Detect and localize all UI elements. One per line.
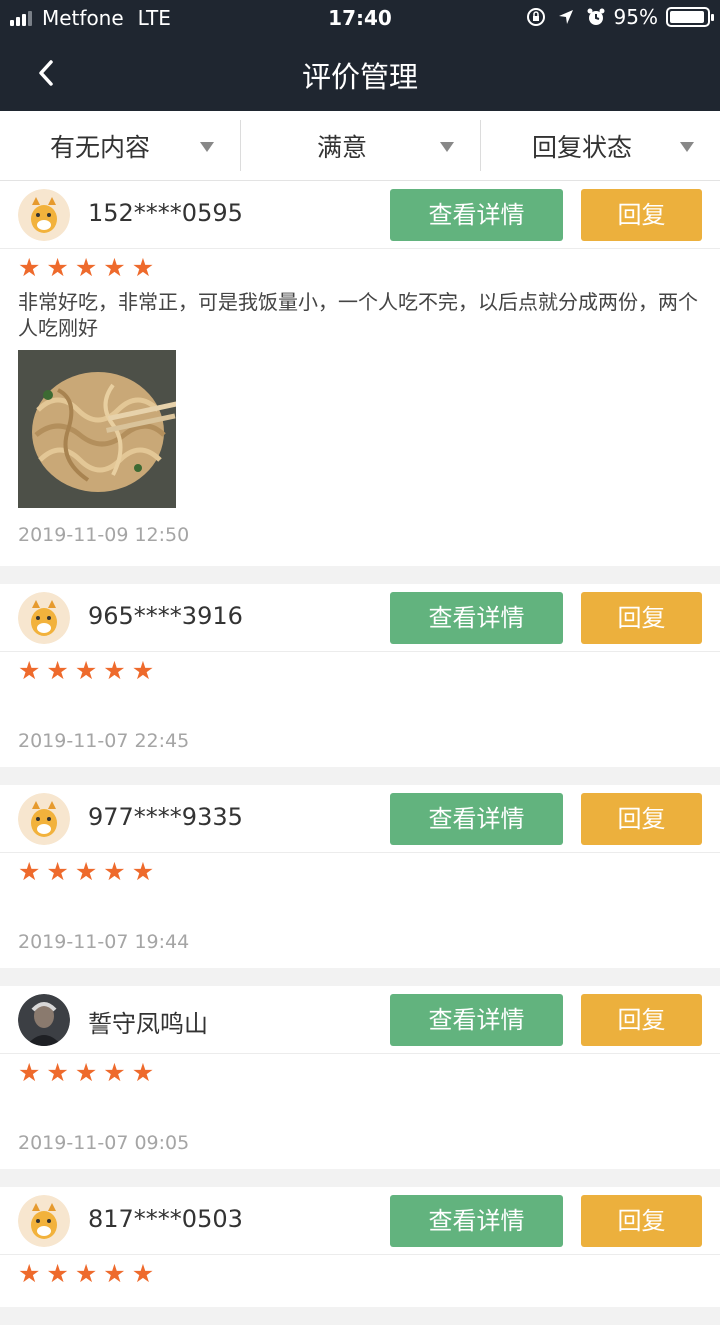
avatar [18, 1195, 70, 1247]
review-date: 2019-11-09 12:50 [18, 524, 190, 546]
review-date: 2019-11-07 09:05 [18, 1132, 190, 1154]
star-icon: ★ [103, 1058, 126, 1087]
star-icon: ★ [46, 857, 69, 886]
rotation-lock-icon [526, 8, 545, 26]
avatar [18, 592, 70, 644]
star-icon: ★ [46, 253, 69, 282]
star-icon: ★ [74, 253, 98, 282]
battery-percent: 95% [613, 5, 658, 29]
review-header: 977****9335 查看详情 回复 [0, 785, 720, 853]
page-title: 评价管理 [301, 60, 418, 94]
star-icon: ★ [18, 1058, 41, 1087]
review-photo[interactable] [18, 350, 178, 508]
view-details-button[interactable]: 查看详情 [390, 592, 563, 644]
reviewer-name: 誓守凤鸣山 [88, 1010, 208, 1038]
star-icon: ★ [74, 1259, 98, 1288]
review-date: 2019-11-07 22:45 [18, 730, 190, 752]
review-card: 817****0503 查看详情 回复 ★ ★ ★ ★ ★ [0, 1187, 720, 1307]
filter-reply-status-dropdown[interactable]: 回复状态 [480, 111, 720, 180]
star-rating: ★ ★ ★ ★ ★ [18, 1261, 702, 1287]
review-body: ★ ★ ★ ★ ★ 2019-11-07 19:44 [0, 853, 720, 954]
review-header: 152****0595 查看详情 回复 [0, 181, 720, 249]
review-card: 965****3916 查看详情 回复 ★ ★ ★ ★ ★ 2019-11-07 22:… [0, 584, 720, 767]
star-icon: ★ [103, 656, 126, 685]
review-header: 誓守凤鸣山 查看详情 回复 [0, 986, 720, 1054]
review-card: 152****0595 查看详情 回复 ★ ★ ★ ★ ★ 非常好吃，非常正，可是我饭量… [0, 181, 720, 566]
review-text: 非常好吃，非常正，可是我饭量小，一个人吃不完，以后点就分成两份，两个人吃刚好 [18, 290, 698, 340]
alarm-icon [587, 8, 605, 25]
star-icon: ★ [46, 1259, 69, 1288]
star-icon: ★ [46, 1058, 69, 1087]
caret-down-icon [200, 142, 214, 152]
review-header: 965****3916 查看详情 回复 [0, 584, 720, 652]
star-icon: ★ [131, 656, 155, 685]
review-date: 2019-11-07 19:44 [18, 931, 190, 953]
star-icon: ★ [74, 1058, 98, 1087]
review-header: 817****0503 查看详情 回复 [0, 1187, 720, 1255]
star-icon: ★ [103, 1259, 126, 1288]
avatar [18, 793, 70, 845]
reply-button[interactable]: 回复 [581, 189, 702, 241]
star-rating: ★ ★ ★ ★ ★ [18, 255, 702, 281]
star-icon: ★ [103, 857, 126, 886]
star-icon: ★ [131, 857, 155, 886]
filter-content-dropdown[interactable]: 有无内容 [0, 111, 240, 180]
star-rating: ★ ★ ★ ★ ★ [18, 1060, 702, 1086]
reviewer-name: 817****0503 [88, 1205, 243, 1233]
location-icon [558, 10, 573, 24]
star-icon: ★ [18, 656, 41, 685]
reply-button[interactable]: 回复 [581, 1195, 702, 1247]
view-details-button[interactable]: 查看详情 [390, 189, 563, 241]
caret-down-icon [680, 142, 694, 152]
star-rating: ★ ★ ★ ★ ★ [18, 859, 702, 885]
review-list: 152****0595 查看详情 回复 ★ ★ ★ ★ ★ 非常好吃，非常正，可是我饭量… [0, 181, 720, 1325]
avatar [18, 994, 70, 1046]
reply-button[interactable]: 回复 [581, 994, 702, 1046]
nav-bar: 评价管理 [0, 36, 720, 111]
caret-down-icon [440, 142, 454, 152]
status-bar: Metfone LTE 17:40 95% [0, 0, 720, 36]
star-icon: ★ [18, 253, 41, 282]
filter-label: 有无内容 [49, 132, 150, 162]
filter-satisfaction-dropdown[interactable]: 满意 [240, 111, 480, 180]
star-icon: ★ [74, 656, 98, 685]
filter-bar: 有无内容 满意 回复状态 [0, 111, 720, 181]
review-body: ★ ★ ★ ★ ★ 2019-11-07 22:45 [0, 652, 720, 753]
star-icon: ★ [18, 857, 41, 886]
reviewer-name: 152****0595 [88, 199, 243, 227]
reviewer-name: 965****3916 [88, 602, 243, 630]
view-details-button[interactable]: 查看详情 [390, 994, 563, 1046]
reviewer-name: 977****9335 [88, 803, 243, 831]
status-right: 95% [526, 5, 714, 29]
star-icon: ★ [131, 253, 155, 282]
reply-button[interactable]: 回复 [581, 592, 702, 644]
battery-icon [666, 7, 714, 27]
review-body: ★ ★ ★ ★ ★ [0, 1255, 720, 1287]
star-icon: ★ [74, 857, 98, 886]
star-icon: ★ [131, 1259, 155, 1288]
filter-label: 回复状态 [531, 132, 632, 162]
filter-label: 满意 [316, 132, 367, 162]
reply-button[interactable]: 回复 [581, 793, 702, 845]
review-body: ★ ★ ★ ★ ★ 2019-11-07 09:05 [0, 1054, 720, 1155]
view-details-button[interactable]: 查看详情 [390, 793, 563, 845]
star-icon: ★ [18, 1259, 41, 1288]
star-rating: ★ ★ ★ ★ ★ [18, 658, 702, 684]
review-card: 977****9335 查看详情 回复 ★ ★ ★ ★ ★ 2019-11-07 19:… [0, 785, 720, 968]
view-details-button[interactable]: 查看详情 [390, 1195, 563, 1247]
review-card: 誓守凤鸣山 查看详情 回复 ★ ★ ★ ★ ★ 2019-11-07 09:05 [0, 986, 720, 1169]
review-body: ★ ★ ★ ★ ★ 非常好吃，非常正，可是我饭量小，一个人吃不完，以后点就分成两份，两个… [0, 249, 720, 546]
avatar [18, 189, 70, 241]
star-icon: ★ [103, 253, 126, 282]
star-icon: ★ [131, 1058, 155, 1087]
star-icon: ★ [46, 656, 69, 685]
